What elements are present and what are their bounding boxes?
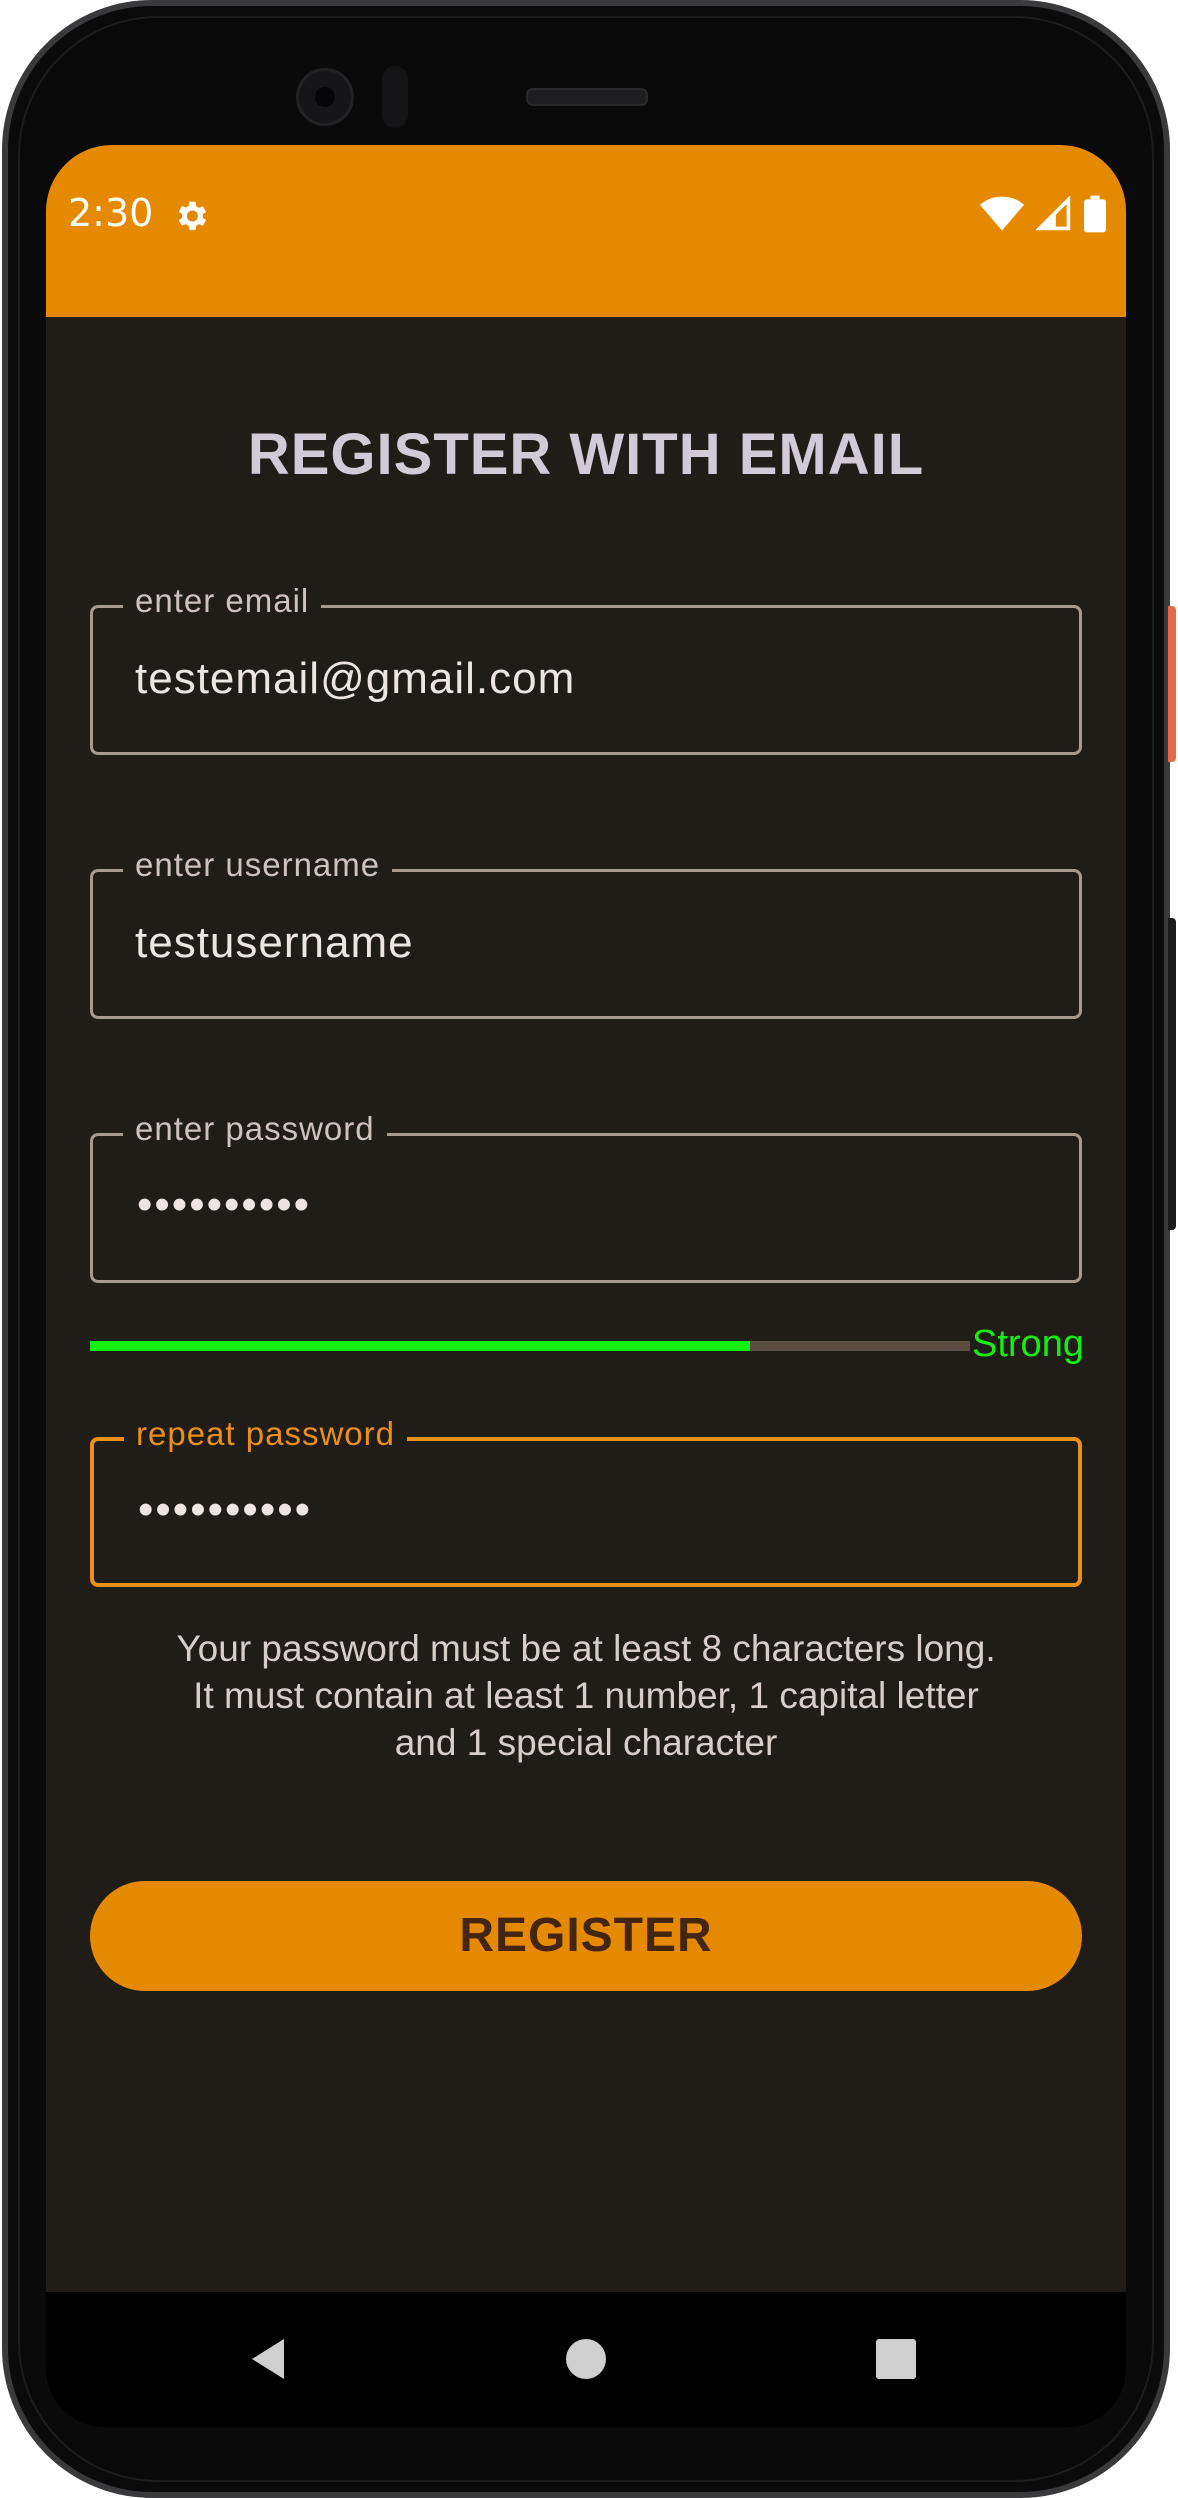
email-field[interactable]: enter email testemail@gmail.com <box>90 582 1082 755</box>
proximity-sensor <box>382 66 408 128</box>
password-strength-fill <box>90 1341 750 1351</box>
password-strength-meter <box>90 1341 970 1351</box>
password-field[interactable]: enter password •••••••••• <box>90 1110 1082 1283</box>
password-strength-label: Strong <box>972 1323 1084 1365</box>
hint-line: Your password must be at least 8 charact… <box>176 1628 996 1669</box>
status-bar: 2:30 <box>46 145 1126 317</box>
password-field-value: •••••••••• <box>137 1180 312 1229</box>
status-time: 2:30 <box>68 191 154 235</box>
repeat-password-field-label: repeat password <box>124 1415 407 1453</box>
recents-icon[interactable] <box>874 2292 918 2427</box>
status-icons <box>980 195 1106 233</box>
battery-icon <box>1084 195 1106 233</box>
back-icon[interactable] <box>246 2292 292 2427</box>
hint-line: and 1 special character <box>394 1722 778 1763</box>
earpiece-speaker <box>526 88 648 106</box>
cell-signal-icon <box>1036 196 1071 231</box>
gear-icon <box>178 201 207 230</box>
volume-rocker <box>1168 918 1176 1230</box>
power-button <box>1168 606 1176 762</box>
screen: 2:30 REGISTER WITH EMAIL enter email tes… <box>46 145 1126 2427</box>
page-title: REGISTER WITH EMAIL <box>247 422 925 487</box>
password-requirements-hint: Your password must be at least 8 charact… <box>46 1625 1126 1766</box>
email-field-label: enter email <box>123 582 322 620</box>
repeat-password-field[interactable]: repeat password •••••••••• <box>90 1415 1082 1587</box>
password-field-label: enter password <box>123 1110 387 1148</box>
username-field-value: testusername <box>135 918 414 967</box>
register-button[interactable]: REGISTER <box>90 1881 1082 1991</box>
home-icon[interactable] <box>554 2292 618 2427</box>
repeat-password-field-value: •••••••••• <box>138 1485 313 1534</box>
wifi-icon <box>980 196 1024 231</box>
navigation-bar <box>46 2292 1126 2427</box>
hint-line: It must contain at least 1 number, 1 cap… <box>193 1675 979 1716</box>
front-camera <box>296 68 354 126</box>
email-field-value: testemail@gmail.com <box>135 654 576 703</box>
username-field[interactable]: enter username testusername <box>90 846 1082 1019</box>
username-field-label: enter username <box>123 846 393 884</box>
